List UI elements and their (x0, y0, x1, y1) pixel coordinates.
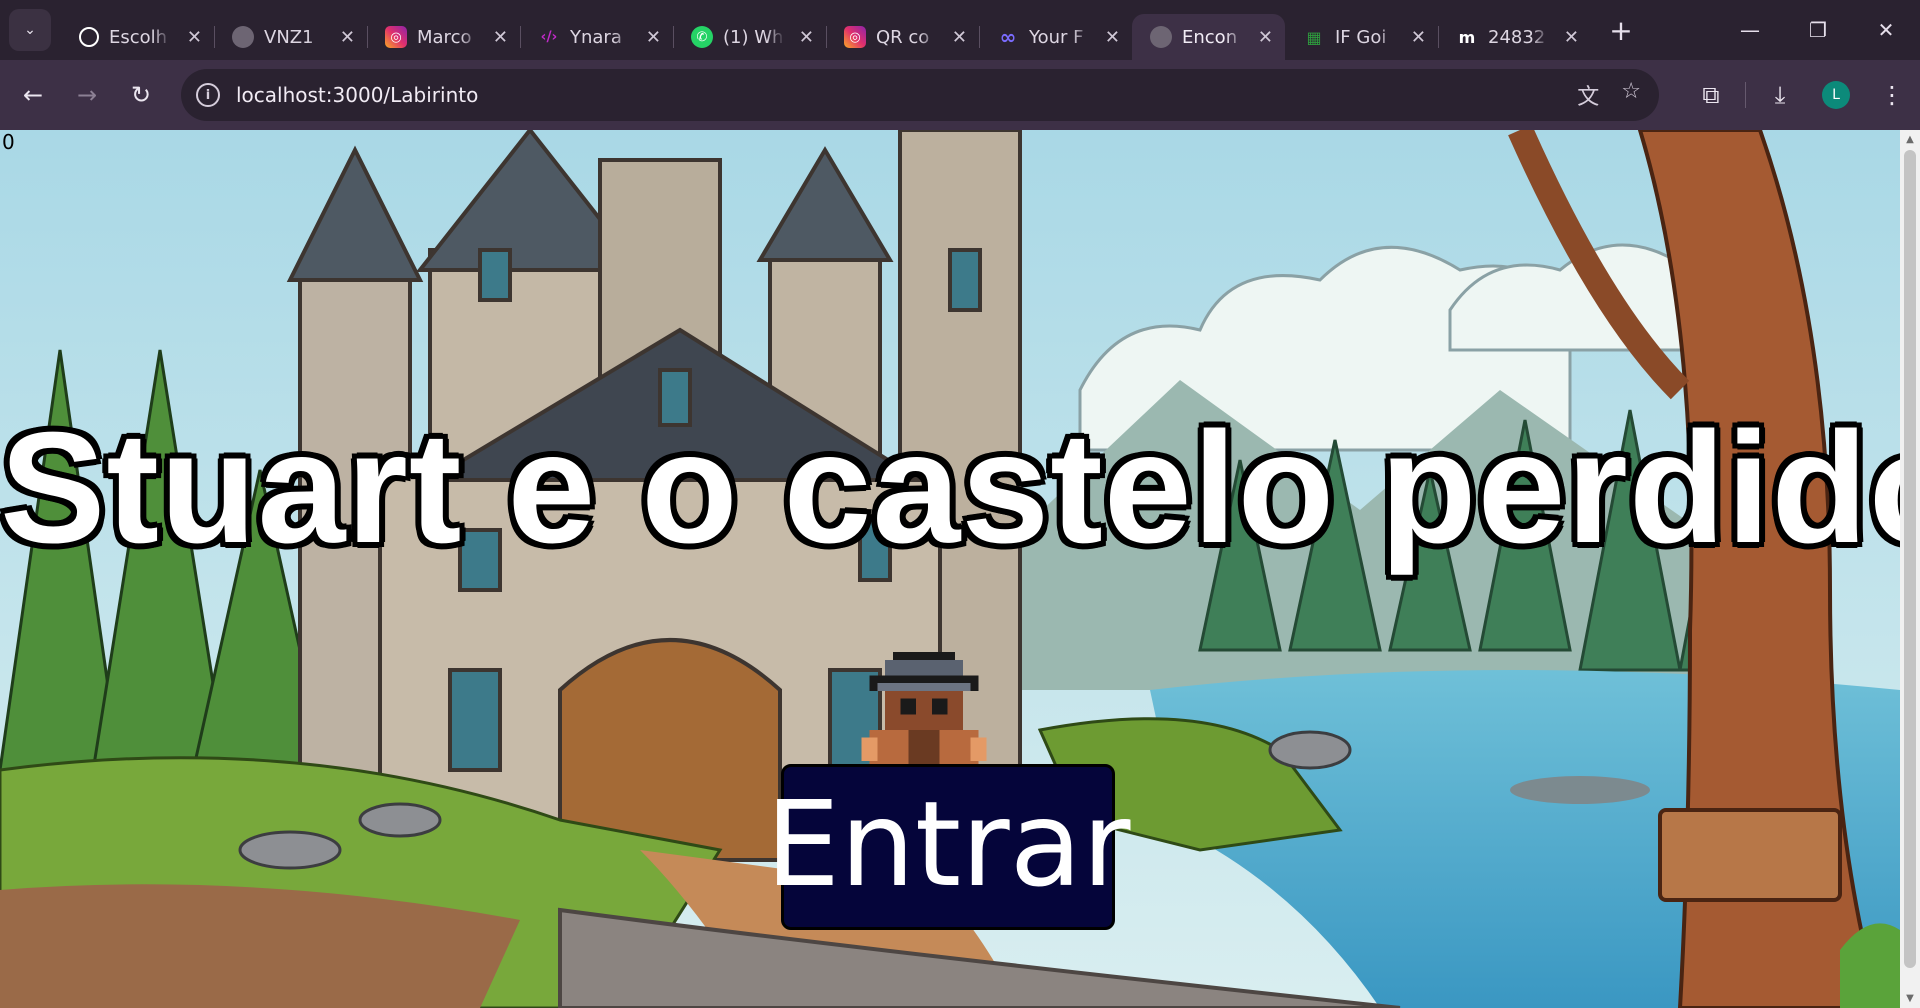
downloads-button[interactable]: ⤓ (1752, 68, 1808, 122)
more-vert-icon: ⋮ (1880, 81, 1904, 109)
tab-search-button[interactable]: ⌄ (9, 9, 51, 51)
tab[interactable]: Escolh ✕ (61, 14, 214, 60)
enter-button[interactable]: Entrar (766, 764, 1130, 930)
tab[interactable]: m 24832 ✕ (1438, 14, 1591, 60)
tab-title: VNZ1 (264, 26, 314, 48)
arrow-right-icon: → (76, 81, 98, 109)
tab[interactable]: ✆ (1) Wh ✕ (673, 14, 826, 60)
whatsapp-icon: ✆ (691, 26, 713, 48)
tab[interactable]: ◎ QR co ✕ (826, 14, 979, 60)
instagram-icon: ◎ (385, 26, 407, 48)
tab[interactable]: ◎ Marco ✕ (367, 14, 520, 60)
vertical-scrollbar[interactable]: ▲ ▼ (1900, 130, 1920, 1008)
close-icon[interactable]: ✕ (493, 27, 508, 48)
tab-title: Escolh (109, 26, 168, 48)
download-icon: ⤓ (1774, 81, 1786, 109)
close-icon[interactable]: ✕ (187, 27, 202, 48)
close-icon[interactable]: ✕ (952, 27, 967, 48)
browser-toolbar: ← → ↻ i localhost:3000/Labirinto 文 ☆ ⧉ ⤓… (0, 60, 1920, 130)
page-viewport: 0 Stuart e o castelo perdido! Entrar (0, 130, 1900, 1008)
tab-active[interactable]: Encon ✕ (1132, 14, 1285, 60)
close-icon[interactable]: ✕ (1411, 27, 1426, 48)
new-tab-button[interactable]: + (1605, 14, 1637, 47)
instagram-icon: ◎ (844, 26, 866, 48)
toolbar-right: ⧉ ⤓ L ⋮ (1683, 60, 1920, 130)
scroll-up-icon[interactable]: ▲ (1900, 134, 1920, 145)
page-title: Stuart e o castelo perdido! (0, 400, 1900, 576)
scroll-down-icon[interactable]: ▼ (1900, 993, 1920, 1004)
tab-strip: ⌄ Escolh ✕ VNZ1 ✕ ◎ Marco ✕ ‹/› Ynara ✕ ✆ (1) W… (0, 0, 1920, 60)
extensions-button[interactable]: ⧉ (1683, 68, 1739, 122)
close-icon[interactable]: ✕ (1564, 27, 1579, 48)
arrow-left-icon: ← (22, 81, 44, 109)
avatar: L (1822, 81, 1850, 109)
menu-button[interactable]: ⋮ (1864, 68, 1920, 122)
close-window-icon[interactable]: ✕ (1852, 0, 1920, 60)
profile-button[interactable]: L (1808, 68, 1864, 122)
grid-icon: ▦ (1306, 27, 1322, 47)
counter-text: 0 (2, 130, 15, 154)
url-text[interactable]: localhost:3000/Labirinto (236, 83, 478, 107)
scrollbar-thumb[interactable] (1904, 150, 1916, 968)
code-icon: ‹/› (540, 29, 558, 45)
tab-title: Encon (1182, 26, 1238, 48)
tab-title: QR co (876, 26, 930, 48)
close-icon[interactable]: ✕ (646, 27, 661, 48)
tab[interactable]: ‹/› Ynara ✕ (520, 14, 673, 60)
tab-title: 24832 (1488, 26, 1546, 48)
tab-title: (1) Wh (723, 26, 784, 48)
reload-icon: ↻ (130, 81, 152, 109)
puzzle-icon: ⧉ (1702, 81, 1720, 109)
globe-icon (1150, 26, 1172, 48)
tab[interactable]: VNZ1 ✕ (214, 14, 367, 60)
minimize-icon[interactable]: — (1716, 0, 1784, 60)
infinity-icon: ∞ (999, 25, 1017, 49)
openai-icon (79, 27, 99, 47)
tab-title: Ynara (570, 26, 622, 48)
tab-title: Marco (417, 26, 472, 48)
window-controls: — ❐ ✕ (1716, 0, 1920, 60)
translate-icon[interactable]: 文 (1577, 79, 1599, 111)
close-icon[interactable]: ✕ (1105, 27, 1120, 48)
tab-title: IF Goi (1335, 26, 1387, 48)
tab[interactable]: ∞ Your F ✕ (979, 14, 1132, 60)
close-icon[interactable]: ✕ (340, 27, 355, 48)
forward-button[interactable]: → (60, 68, 114, 122)
address-bar[interactable]: i localhost:3000/Labirinto 文 ☆ (181, 69, 1659, 121)
globe-icon (232, 26, 254, 48)
tab[interactable]: ▦ IF Goi ✕ (1285, 14, 1438, 60)
chevron-down-icon: ⌄ (24, 22, 36, 38)
bookmark-star-icon[interactable]: ☆ (1621, 79, 1641, 111)
restore-icon[interactable]: ❐ (1784, 0, 1852, 60)
close-icon[interactable]: ✕ (799, 27, 814, 48)
m-logo-icon: m (1458, 27, 1476, 47)
close-icon[interactable]: ✕ (1258, 27, 1273, 48)
site-info-icon[interactable]: i (196, 83, 220, 107)
tab-title: Your F (1029, 26, 1084, 48)
divider (1745, 82, 1746, 108)
tab-list: Escolh ✕ VNZ1 ✕ ◎ Marco ✕ ‹/› Ynara ✕ ✆ (1) Wh ✕… (61, 0, 1637, 60)
reload-button[interactable]: ↻ (114, 68, 168, 122)
address-bar-actions: 文 ☆ (1577, 79, 1641, 111)
back-button[interactable]: ← (6, 68, 60, 122)
